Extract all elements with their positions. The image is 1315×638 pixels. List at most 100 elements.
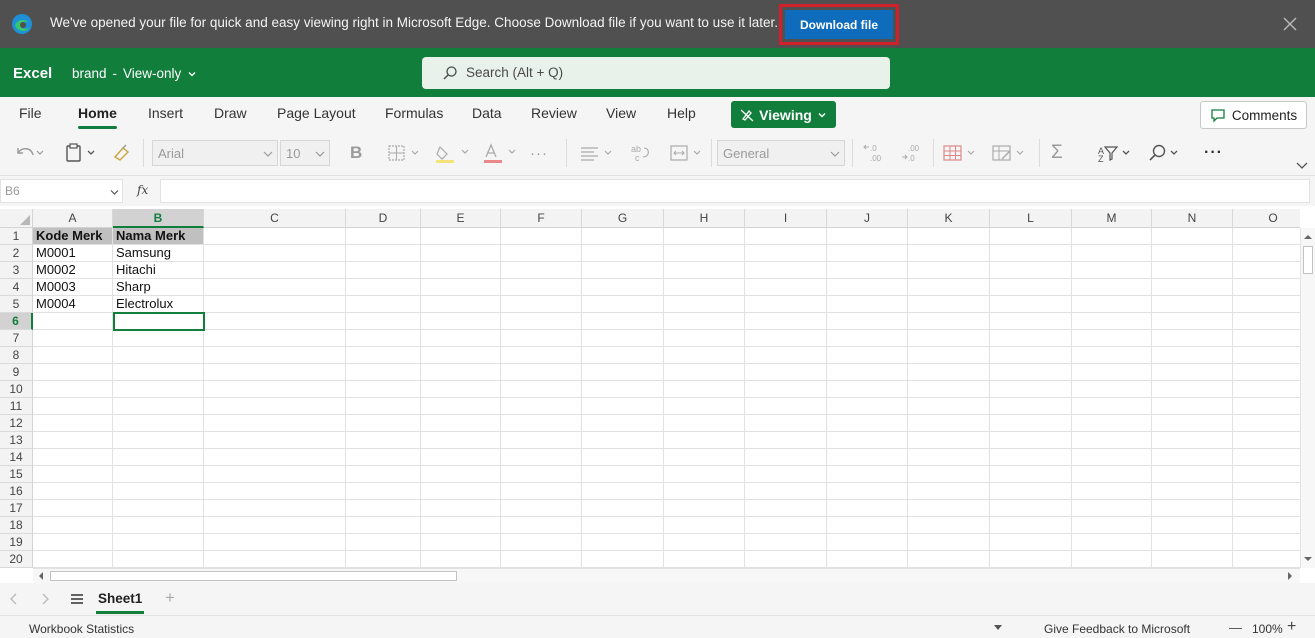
row-header-5[interactable]: 5 bbox=[0, 296, 33, 313]
row-header-13[interactable]: 13 bbox=[0, 432, 33, 449]
wrap-text-button[interactable]: ab c bbox=[630, 141, 652, 165]
column-header-h[interactable]: H bbox=[664, 209, 745, 228]
zoom-out-button[interactable]: — bbox=[1229, 620, 1242, 635]
row-header-12[interactable]: 12 bbox=[0, 415, 33, 432]
search-box[interactable]: Search (Alt + Q) bbox=[422, 57, 890, 89]
format-painter-button[interactable] bbox=[111, 141, 133, 165]
cell-a3[interactable]: M0002 bbox=[33, 262, 112, 278]
comments-button[interactable]: Comments bbox=[1200, 101, 1307, 129]
row-header-7[interactable]: 7 bbox=[0, 330, 33, 347]
row-header-3[interactable]: 3 bbox=[0, 262, 33, 279]
number-format-select[interactable]: General bbox=[717, 140, 845, 166]
merge-button[interactable] bbox=[668, 141, 708, 165]
font-size-select[interactable]: 10 bbox=[280, 140, 330, 166]
more-font-options[interactable]: ··· bbox=[530, 141, 548, 165]
cell-a5[interactable]: M0004 bbox=[33, 296, 112, 312]
select-all-corner[interactable] bbox=[0, 209, 33, 228]
row-header-14[interactable]: 14 bbox=[0, 449, 33, 466]
tab-data[interactable]: Data bbox=[472, 105, 502, 121]
row-header-2[interactable]: 2 bbox=[0, 245, 33, 262]
tab-review[interactable]: Review bbox=[531, 105, 577, 121]
cell-b5[interactable]: Electrolux bbox=[113, 296, 203, 312]
row-header-17[interactable]: 17 bbox=[0, 500, 33, 517]
cell-a2[interactable]: M0001 bbox=[33, 245, 112, 261]
increase-decimal-button[interactable]: .0.00 bbox=[862, 141, 886, 165]
row-header-15[interactable]: 15 bbox=[0, 466, 33, 483]
tab-home[interactable]: Home bbox=[78, 105, 117, 129]
formula-input[interactable] bbox=[160, 179, 1310, 203]
decrease-decimal-button[interactable]: .00.0 bbox=[900, 141, 924, 165]
row-header-19[interactable]: 19 bbox=[0, 534, 33, 551]
row-header-6[interactable]: 6 bbox=[0, 313, 33, 330]
font-name-select[interactable]: Arial bbox=[152, 140, 278, 166]
all-sheets-menu-icon[interactable] bbox=[70, 593, 84, 605]
vertical-scrollbar[interactable] bbox=[1300, 228, 1315, 568]
cell-b1[interactable]: Nama Merk bbox=[113, 228, 203, 244]
row-header-18[interactable]: 18 bbox=[0, 517, 33, 534]
column-header-a[interactable]: A bbox=[33, 209, 113, 228]
row-header-9[interactable]: 9 bbox=[0, 364, 33, 381]
column-header-k[interactable]: K bbox=[908, 209, 990, 228]
row-header-1[interactable]: 1 bbox=[0, 228, 33, 245]
tab-help[interactable]: Help bbox=[667, 105, 696, 121]
document-title[interactable]: brand - View-only bbox=[72, 66, 197, 81]
spreadsheet-grid[interactable]: ABCDEFGHIJKLMNO 1 2 3 4 5 6 7 8 9 10 11 12 13 14 15 16 1… bbox=[0, 209, 1300, 569]
undo-button[interactable] bbox=[14, 141, 44, 165]
column-header-m[interactable]: M bbox=[1072, 209, 1152, 228]
close-icon[interactable] bbox=[1283, 17, 1297, 31]
bold-button[interactable]: B bbox=[350, 141, 362, 165]
tab-page-layout[interactable]: Page Layout bbox=[277, 105, 356, 121]
name-box[interactable]: B6 bbox=[0, 179, 123, 203]
give-feedback-link[interactable]: Give Feedback to Microsoft bbox=[1044, 622, 1190, 636]
download-file-button[interactable]: Download file bbox=[785, 10, 893, 39]
paste-button[interactable] bbox=[64, 141, 100, 165]
column-header-f[interactable]: F bbox=[501, 209, 582, 228]
cell-b3[interactable]: Hitachi bbox=[113, 262, 203, 278]
column-header-o[interactable]: O bbox=[1233, 209, 1300, 228]
column-header-i[interactable]: I bbox=[745, 209, 827, 228]
align-button[interactable] bbox=[578, 141, 618, 165]
tab-insert[interactable]: Insert bbox=[148, 105, 183, 121]
row-header-11[interactable]: 11 bbox=[0, 398, 33, 415]
column-header-j[interactable]: J bbox=[827, 209, 908, 228]
fill-color-button[interactable] bbox=[434, 141, 474, 165]
cell-a1[interactable]: Kode Merk bbox=[33, 228, 112, 244]
tab-draw[interactable]: Draw bbox=[214, 105, 247, 121]
previous-sheet-icon[interactable] bbox=[9, 593, 19, 605]
format-as-table-button[interactable] bbox=[990, 141, 1030, 165]
zoom-level[interactable]: 100% bbox=[1252, 622, 1283, 636]
sort-filter-button[interactable]: AZ bbox=[1097, 141, 1135, 165]
chevron-down-icon[interactable] bbox=[994, 625, 1002, 631]
scroll-left-icon[interactable] bbox=[36, 571, 46, 581]
cell-b4[interactable]: Sharp bbox=[113, 279, 203, 295]
tab-formulas[interactable]: Formulas bbox=[385, 105, 443, 121]
cell-b2[interactable]: Samsung bbox=[113, 245, 203, 261]
column-header-e[interactable]: E bbox=[421, 209, 501, 228]
more-options-button[interactable]: ··· bbox=[1204, 141, 1223, 165]
cell-a4[interactable]: M0003 bbox=[33, 279, 112, 295]
row-header-10[interactable]: 10 bbox=[0, 381, 33, 398]
next-sheet-icon[interactable] bbox=[40, 593, 50, 605]
font-color-button[interactable] bbox=[482, 141, 522, 165]
row-header-16[interactable]: 16 bbox=[0, 483, 33, 500]
column-header-c[interactable]: C bbox=[204, 209, 346, 228]
borders-button[interactable] bbox=[386, 141, 426, 165]
column-header-g[interactable]: G bbox=[582, 209, 664, 228]
row-header-4[interactable]: 4 bbox=[0, 279, 33, 296]
row-header-8[interactable]: 8 bbox=[0, 347, 33, 364]
scroll-down-icon[interactable] bbox=[1303, 554, 1313, 564]
scroll-up-icon[interactable] bbox=[1303, 232, 1313, 242]
viewing-mode-button[interactable]: Viewing bbox=[731, 101, 836, 128]
function-icon[interactable]: fx bbox=[137, 183, 148, 197]
conditional-format-button[interactable] bbox=[941, 141, 981, 165]
row-header-20[interactable]: 20 bbox=[0, 551, 33, 568]
scroll-right-icon[interactable] bbox=[1285, 571, 1295, 581]
column-header-b[interactable]: B bbox=[113, 209, 204, 228]
expand-ribbon-button[interactable] bbox=[1296, 153, 1308, 177]
tab-view[interactable]: View bbox=[606, 105, 636, 121]
autosum-button[interactable]: Σ bbox=[1051, 141, 1063, 165]
add-sheet-button[interactable]: + bbox=[165, 588, 175, 608]
column-header-d[interactable]: D bbox=[346, 209, 421, 228]
vertical-scroll-thumb[interactable] bbox=[1303, 246, 1313, 274]
sheet-tab-sheet1[interactable]: Sheet1 bbox=[95, 591, 145, 614]
